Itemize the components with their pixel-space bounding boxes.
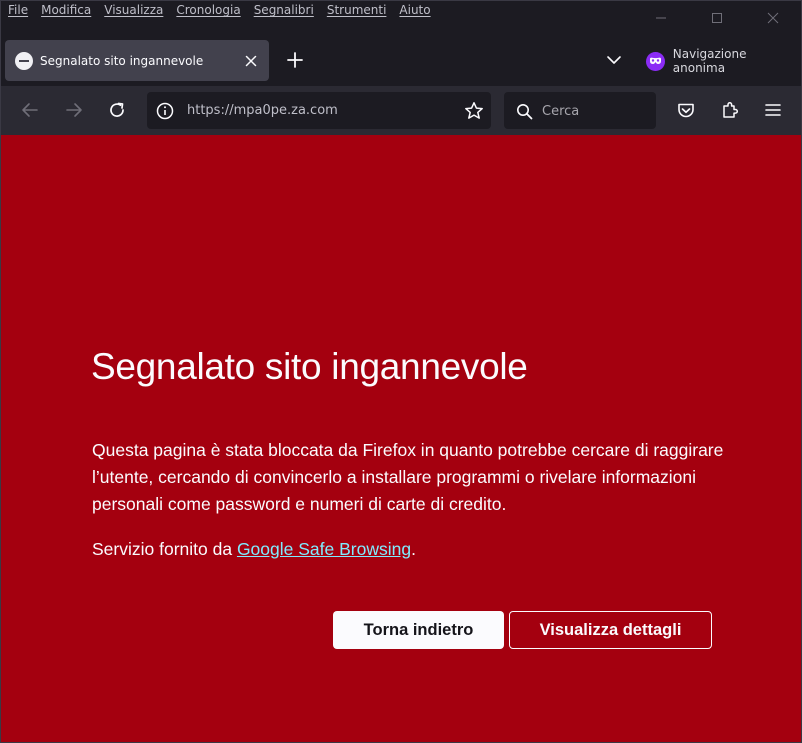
info-icon bbox=[156, 102, 174, 120]
back-button[interactable] bbox=[15, 95, 45, 125]
browser-window: File Modifica Visualizza Cronologia Segn… bbox=[0, 0, 802, 743]
arrow-right-icon bbox=[66, 103, 82, 117]
pocket-button[interactable] bbox=[671, 95, 701, 125]
close-icon bbox=[245, 55, 257, 66]
menu-modifica[interactable]: Modifica bbox=[41, 3, 91, 21]
tab-active[interactable]: Segnalato sito ingannevole bbox=[5, 40, 269, 81]
url-text[interactable]: https://mpa0pe.za.com bbox=[187, 103, 338, 118]
provider-line: Servizio fornito da Google Safe Browsing… bbox=[92, 537, 416, 561]
minimize-icon bbox=[656, 17, 666, 19]
search-icon bbox=[514, 101, 534, 121]
maximize-button[interactable] bbox=[689, 1, 745, 35]
go-back-button[interactable]: Torna indietro bbox=[333, 611, 504, 649]
navigation-toolbar: https://mpa0pe.za.com bbox=[1, 86, 801, 135]
view-details-button[interactable]: Visualizza dettagli bbox=[509, 611, 712, 649]
arrow-left-icon bbox=[22, 103, 38, 117]
minimize-button[interactable] bbox=[633, 1, 689, 35]
star-icon bbox=[465, 102, 483, 119]
tab-title: Segnalato sito ingannevole bbox=[40, 53, 204, 68]
menu-cronologia[interactable]: Cronologia bbox=[176, 3, 240, 21]
page-title: Segnalato sito ingannevole bbox=[91, 346, 528, 387]
menu-segnalibri[interactable]: Segnalibri bbox=[254, 3, 314, 21]
extensions-button[interactable] bbox=[715, 95, 745, 125]
forward-button[interactable] bbox=[59, 95, 89, 125]
search-bar[interactable] bbox=[504, 92, 656, 129]
menu-file[interactable]: File bbox=[8, 3, 28, 21]
chevron-down-icon bbox=[607, 56, 621, 64]
close-window-button[interactable] bbox=[745, 1, 801, 35]
pocket-icon bbox=[678, 103, 694, 117]
bookmark-button[interactable] bbox=[463, 100, 485, 122]
google-safe-browsing-link[interactable]: Google Safe Browsing bbox=[237, 539, 411, 559]
hamburger-menu-icon bbox=[765, 104, 781, 116]
window-controls bbox=[633, 1, 801, 35]
plus-icon bbox=[287, 52, 303, 68]
blocked-site-favicon-icon bbox=[15, 51, 33, 70]
puzzle-icon bbox=[723, 101, 739, 118]
site-info-button[interactable] bbox=[155, 101, 175, 121]
menu-strumenti[interactable]: Strumenti bbox=[327, 3, 387, 21]
reload-button[interactable] bbox=[102, 95, 132, 125]
provider-suffix: . bbox=[411, 539, 416, 559]
app-menu-button[interactable] bbox=[758, 95, 788, 125]
new-tab-button[interactable] bbox=[282, 47, 308, 73]
private-mask-icon bbox=[646, 51, 665, 71]
menu-bar: File Modifica Visualizza Cronologia Segn… bbox=[8, 3, 444, 21]
maximize-icon bbox=[712, 13, 722, 23]
private-browsing-indicator: Navigazione anonima bbox=[646, 47, 801, 75]
warning-description: Questa pagina è stata bloccata da Firefo… bbox=[92, 440, 724, 514]
tab-list-button[interactable] bbox=[600, 47, 628, 73]
reload-icon bbox=[110, 102, 124, 117]
menu-visualizza[interactable]: Visualizza bbox=[104, 3, 163, 21]
tab-close-button[interactable] bbox=[239, 49, 263, 73]
title-bar: File Modifica Visualizza Cronologia Segn… bbox=[1, 1, 801, 86]
private-browsing-label: Navigazione anonima bbox=[672, 47, 747, 75]
menu-aiuto[interactable]: Aiuto bbox=[399, 3, 430, 21]
url-bar[interactable]: https://mpa0pe.za.com bbox=[147, 92, 491, 129]
blocked-page-content: Segnalato sito ingannevole Questa pagina… bbox=[1, 135, 801, 742]
provider-prefix: Servizio fornito da bbox=[92, 539, 237, 559]
close-icon bbox=[767, 12, 779, 24]
search-input[interactable] bbox=[540, 101, 652, 122]
